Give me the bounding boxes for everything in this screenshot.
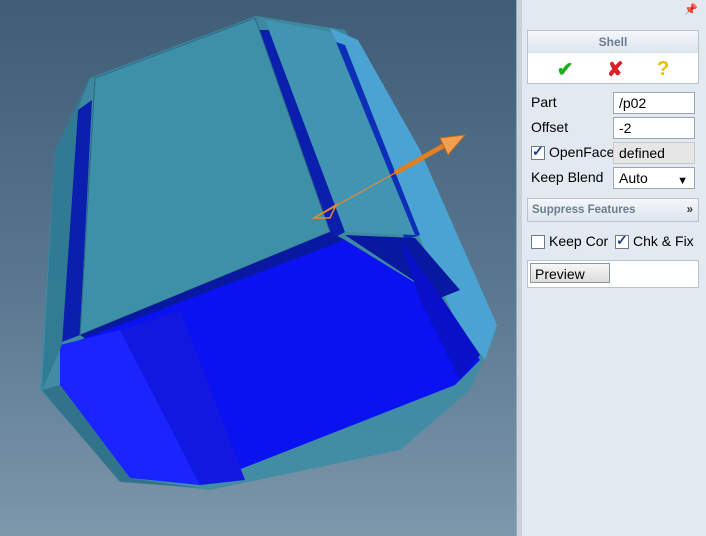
cancel-x-icon[interactable]: ✘ — [607, 57, 624, 82]
pin-icon[interactable]: 📌 — [684, 3, 698, 16]
openface-label: OpenFace — [549, 144, 615, 160]
keepblend-value: Auto — [619, 170, 648, 186]
dropdown-arrow-icon[interactable]: ▼ — [677, 171, 688, 188]
suppress-options: Keep Cor Chk & Fix — [527, 228, 699, 256]
action-buttons: ✔ ✘ ? — [528, 53, 698, 85]
suppress-features-title: Suppress Features — [532, 204, 636, 216]
part-label: Part — [531, 94, 557, 110]
keepblend-row: Keep Blend Auto ▼ — [527, 166, 699, 190]
collapse-chevron-icon[interactable]: » — [687, 199, 693, 221]
shell-header-group: Shell ✔ ✘ ? — [527, 30, 699, 84]
keep-cor-label: Keep Cor — [549, 233, 609, 249]
shell-params: Part /p02 Offset -2 OpenFace defined Kee… — [527, 90, 699, 194]
chk-fix-label: Chk & Fix — [633, 233, 694, 249]
suppress-features-header[interactable]: Suppress Features » — [527, 198, 699, 222]
preview-button[interactable]: Preview — [530, 263, 610, 283]
offset-row: Offset -2 — [527, 116, 699, 140]
chk-fix-checkbox[interactable] — [615, 232, 629, 249]
keepblend-label: Keep Blend — [531, 169, 604, 185]
property-panel: 📌 Shell ✔ ✘ ? Part /p02 Offset -2 OpenFa… — [522, 0, 706, 536]
openface-field[interactable]: defined — [613, 142, 695, 164]
openface-checkbox[interactable] — [531, 143, 545, 160]
keep-cor-checkbox[interactable] — [531, 235, 545, 249]
part-row: Part /p02 — [527, 91, 699, 115]
shell-title: Shell — [528, 31, 698, 53]
suppress-row: Keep Cor Chk & Fix — [527, 230, 699, 254]
keepblend-select[interactable]: Auto ▼ — [613, 167, 695, 189]
help-question-icon[interactable]: ? — [657, 58, 669, 81]
preview-group: Preview — [527, 260, 699, 288]
3d-viewport[interactable] — [0, 0, 516, 536]
offset-field[interactable]: -2 — [613, 117, 695, 139]
part-field[interactable]: /p02 — [613, 92, 695, 114]
offset-label: Offset — [531, 119, 569, 135]
openface-row: OpenFace defined — [527, 141, 699, 165]
shell-model[interactable] — [0, 0, 516, 536]
ok-check-icon[interactable]: ✔ — [557, 57, 574, 82]
